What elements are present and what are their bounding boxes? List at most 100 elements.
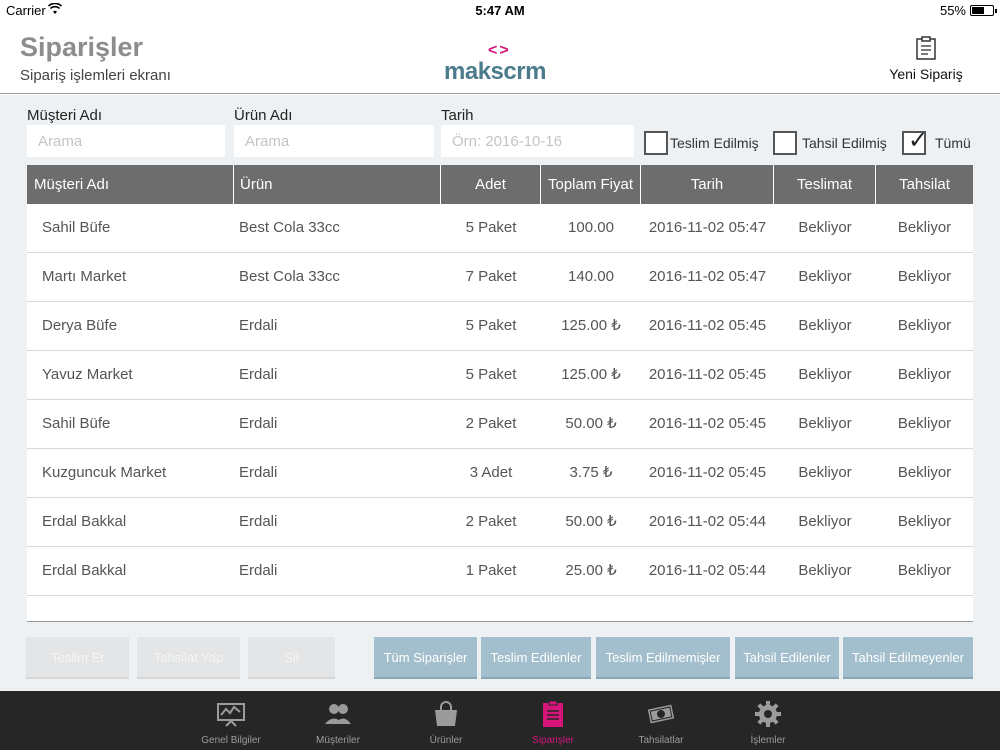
cell-delivery: Bekliyor	[798, 317, 852, 334]
table-row[interactable]: Yavuz Market Erdali 5 Paket 125.00 ₺ 2016-11…	[27, 351, 973, 400]
product-filter-label: Ürün Adı	[234, 107, 293, 124]
cell-product: Best Cola 33cc	[239, 268, 340, 285]
tab-label: Müşteriler	[316, 735, 360, 746]
cell-total: 125.00 ₺	[561, 317, 621, 334]
table-row[interactable]: Erdal Bakkal Erdali 1 Paket 25.00 ₺ 2016-11-…	[27, 547, 973, 596]
checkbox-label: Teslim Edilmiş	[670, 135, 759, 151]
tab-tahsilatlar[interactable]: Tahsilatlar	[616, 691, 706, 750]
column-header[interactable]: Ürün	[234, 165, 441, 204]
logo-text: makscrm	[444, 58, 546, 85]
cell-total: 100.00	[568, 219, 614, 236]
cell-delivery: Bekliyor	[798, 464, 852, 481]
customer-search-input[interactable]	[27, 125, 225, 157]
new-order-button[interactable]: Yeni Sipariş	[888, 36, 964, 88]
column-header[interactable]: Tahsilat	[876, 165, 973, 204]
table-row[interactable]: Sahil Büfe Erdali 2 Paket 50.00 ₺ 2016-11-02…	[27, 400, 973, 449]
cell-customer: Sahil Büfe	[42, 219, 111, 236]
cell-date: 2016-11-02 05:45	[648, 366, 767, 383]
cell-product: Erdali	[239, 415, 278, 432]
tab-label: İşlemler	[750, 735, 786, 746]
cash-icon	[646, 701, 676, 727]
cell-customer: Derya Büfe	[42, 317, 118, 334]
delivered-checkbox[interactable]: Teslim Edilmiş	[644, 131, 759, 155]
all-checkbox[interactable]: ✓ Tümü	[902, 127, 971, 155]
orders-table: Müşteri Adı Ürün Adet Toplam Fiyat Tarih…	[27, 165, 973, 622]
collected-checkbox[interactable]: Tahsil Edilmiş	[773, 131, 887, 155]
checkbox-label: Tahsil Edilmiş	[802, 135, 887, 151]
table-row[interactable]: Derya Büfe Erdali 5 Paket 125.00 ₺ 2016-11-0…	[27, 302, 973, 351]
tab-genel-bilgiler[interactable]: Genel Bilgiler	[186, 691, 276, 750]
status-bar: Carrier 5:47 AM 55%	[0, 0, 1000, 22]
cell-product: Erdali	[239, 366, 278, 383]
not-delivered-filter-button[interactable]: Teslim Edilmemişler	[596, 637, 730, 679]
cell-date: 2016-11-02 05:44	[648, 513, 767, 530]
clipboard-icon	[538, 700, 568, 727]
cell-delivery: Bekliyor	[798, 366, 852, 383]
cell-total: 140.00	[568, 268, 614, 285]
checkbox-box	[773, 131, 797, 155]
column-header[interactable]: Müşteri Adı	[27, 165, 234, 204]
product-search-input[interactable]	[234, 125, 434, 157]
cell-quantity: 2 Paket	[465, 415, 517, 432]
cell-customer: Martı Market	[42, 268, 127, 285]
tab-label: Siparişler	[532, 735, 574, 746]
checkmark-icon: ✓	[908, 127, 929, 154]
collected-filter-button[interactable]: Tahsil Edilenler	[735, 637, 839, 679]
cell-quantity: 3 Adet	[469, 464, 513, 481]
cell-quantity: 7 Paket	[465, 268, 517, 285]
cell-product: Erdali	[239, 317, 278, 334]
tab-urunler[interactable]: Ürünler	[401, 691, 491, 750]
clipboard-icon	[915, 36, 937, 60]
table-header: Müşteri Adı Ürün Adet Toplam Fiyat Tarih…	[27, 165, 973, 204]
cell-collection: Bekliyor	[897, 268, 952, 285]
date-search-input[interactable]	[441, 125, 634, 157]
cell-collection: Bekliyor	[897, 415, 952, 432]
cell-delivery: Bekliyor	[798, 219, 852, 236]
column-header[interactable]: Toplam Fiyat	[541, 165, 641, 204]
cell-product: Best Cola 33cc	[239, 219, 340, 236]
cell-date: 2016-11-02 05:47	[648, 268, 767, 285]
cell-quantity: 1 Paket	[465, 562, 517, 579]
cell-collection: Bekliyor	[897, 317, 952, 334]
tab-musteriler[interactable]: Müşteriler	[293, 691, 383, 750]
tab-islemler[interactable]: İşlemler	[723, 691, 813, 750]
checkbox-label: Tümü	[935, 135, 971, 151]
page-subtitle: Sipariş işlemleri ekranı	[20, 67, 171, 84]
table-row[interactable]: Erdal Bakkal Erdali 2 Paket 50.00 ₺ 2016-11-…	[27, 498, 973, 547]
cell-total: 50.00 ₺	[565, 415, 617, 432]
delete-button[interactable]: Sil	[248, 637, 335, 679]
column-header[interactable]: Teslimat	[774, 165, 876, 204]
new-order-label: Yeni Sipariş	[889, 66, 963, 82]
cell-quantity: 2 Paket	[465, 513, 517, 530]
tab-bar: Genel Bilgiler Müşteriler Ürünler Sipari…	[0, 691, 1000, 750]
table-row[interactable]: Kuzguncuk Market Erdali 3 Adet 3.75 ₺ 2016-1…	[27, 449, 973, 498]
column-header[interactable]: Adet	[441, 165, 541, 204]
cell-date: 2016-11-02 05:45	[648, 415, 767, 432]
cell-quantity: 5 Paket	[465, 366, 517, 383]
table-row[interactable]: Sahil Büfe Best Cola 33cc 5 Paket 100.00 201…	[27, 204, 973, 253]
cell-collection: Bekliyor	[897, 366, 952, 383]
cell-delivery: Bekliyor	[798, 268, 852, 285]
cell-product: Erdali	[239, 562, 278, 579]
cell-delivery: Bekliyor	[798, 415, 852, 432]
cell-customer: Erdal Bakkal	[42, 513, 127, 530]
delivered-filter-button[interactable]: Teslim Edilenler	[481, 637, 591, 679]
cell-date: 2016-11-02 05:44	[648, 562, 767, 579]
checkbox-box	[644, 131, 668, 155]
deliver-button[interactable]: Teslim Et	[26, 637, 129, 679]
presentation-board-icon	[216, 701, 246, 727]
tab-siparisler[interactable]: Siparişler	[508, 691, 598, 750]
table-row[interactable]: Martı Market Best Cola 33cc 7 Paket 140.00 2…	[27, 253, 973, 302]
collect-button[interactable]: Tahsilat Yap	[137, 637, 240, 679]
users-icon	[323, 701, 353, 727]
tab-label: Tahsilatlar	[638, 735, 684, 746]
date-filter-label: Tarih	[441, 107, 474, 124]
all-orders-button[interactable]: Tüm Siparişler	[374, 637, 477, 679]
cell-delivery: Bekliyor	[798, 513, 852, 530]
clock: 5:47 AM	[475, 3, 525, 18]
cell-collection: Bekliyor	[897, 464, 952, 481]
battery-icon	[970, 5, 997, 16]
cell-total: 25.00 ₺	[565, 562, 617, 579]
not-collected-filter-button[interactable]: Tahsil Edilmeyenler	[843, 637, 973, 679]
column-header[interactable]: Tarih	[641, 165, 774, 204]
